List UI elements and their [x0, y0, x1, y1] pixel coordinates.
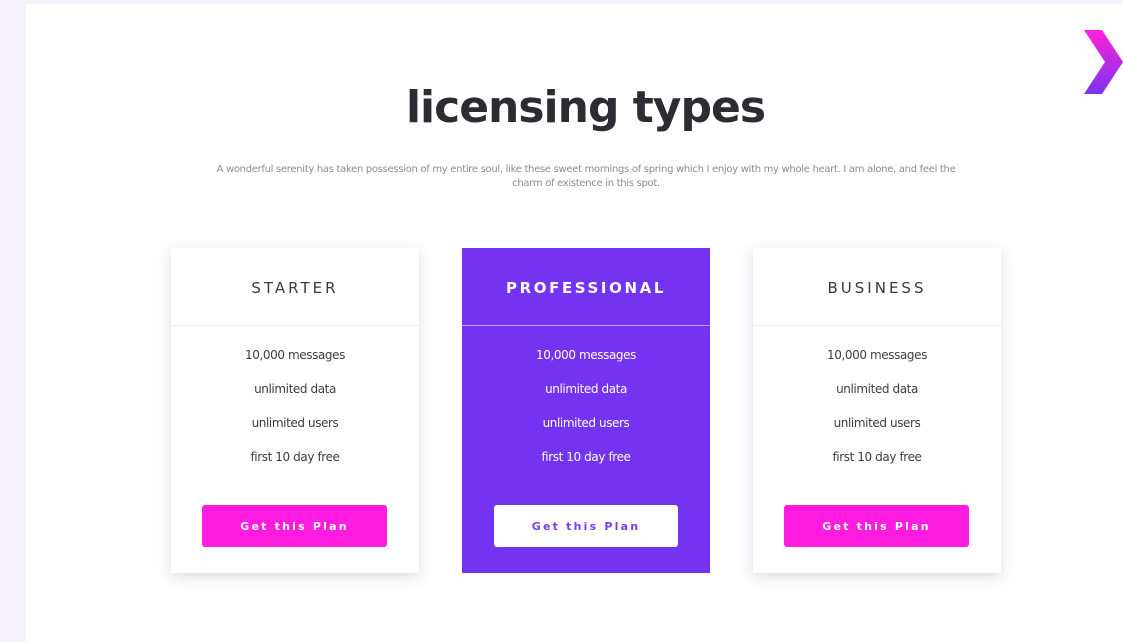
plan-feature: first 10 day free — [250, 450, 340, 464]
plan-feature: unlimited users — [251, 416, 339, 430]
plan-feature-list: 10,000 messages unlimited data unlimited… — [171, 326, 419, 480]
plan-feature: 10,000 messages — [245, 348, 345, 362]
plan-card-business: BUSINESS 10,000 messages unlimited data … — [753, 248, 1001, 573]
plan-feature: unlimited users — [833, 416, 921, 430]
plan-feature: first 10 day free — [832, 450, 922, 464]
plan-feature-list: 10,000 messages unlimited data unlimited… — [753, 326, 1001, 480]
plan-name: STARTER — [251, 278, 339, 297]
get-plan-button-business[interactable]: Get this Plan — [784, 505, 969, 547]
plan-header: PROFESSIONAL — [462, 248, 710, 326]
plan-name: BUSINESS — [827, 278, 927, 297]
plan-card-starter: STARTER 10,000 messages unlimited data u… — [171, 248, 419, 573]
section-description: A wonderful serenity has taken possessio… — [216, 164, 956, 189]
get-plan-button-starter[interactable]: Get this Plan — [202, 505, 387, 547]
plan-feature: unlimited data — [254, 382, 336, 396]
plan-header: BUSINESS — [753, 248, 1001, 326]
plan-card-professional: PROFESSIONAL 10,000 messages unlimited d… — [462, 248, 710, 573]
plan-feature: first 10 day free — [541, 450, 631, 464]
plan-feature: unlimited data — [836, 382, 918, 396]
plan-feature-list: 10,000 messages unlimited data unlimited… — [462, 326, 710, 480]
plan-feature: unlimited data — [545, 382, 627, 396]
plan-feature: 10,000 messages — [536, 348, 636, 362]
plan-header: STARTER — [171, 248, 419, 326]
plan-feature: 10,000 messages — [827, 348, 927, 362]
plan-feature: unlimited users — [542, 416, 630, 430]
plan-name: PROFESSIONAL — [506, 278, 666, 297]
section-title: licensing types — [405, 82, 766, 133]
get-plan-button-professional[interactable]: Get this Plan — [494, 505, 678, 547]
